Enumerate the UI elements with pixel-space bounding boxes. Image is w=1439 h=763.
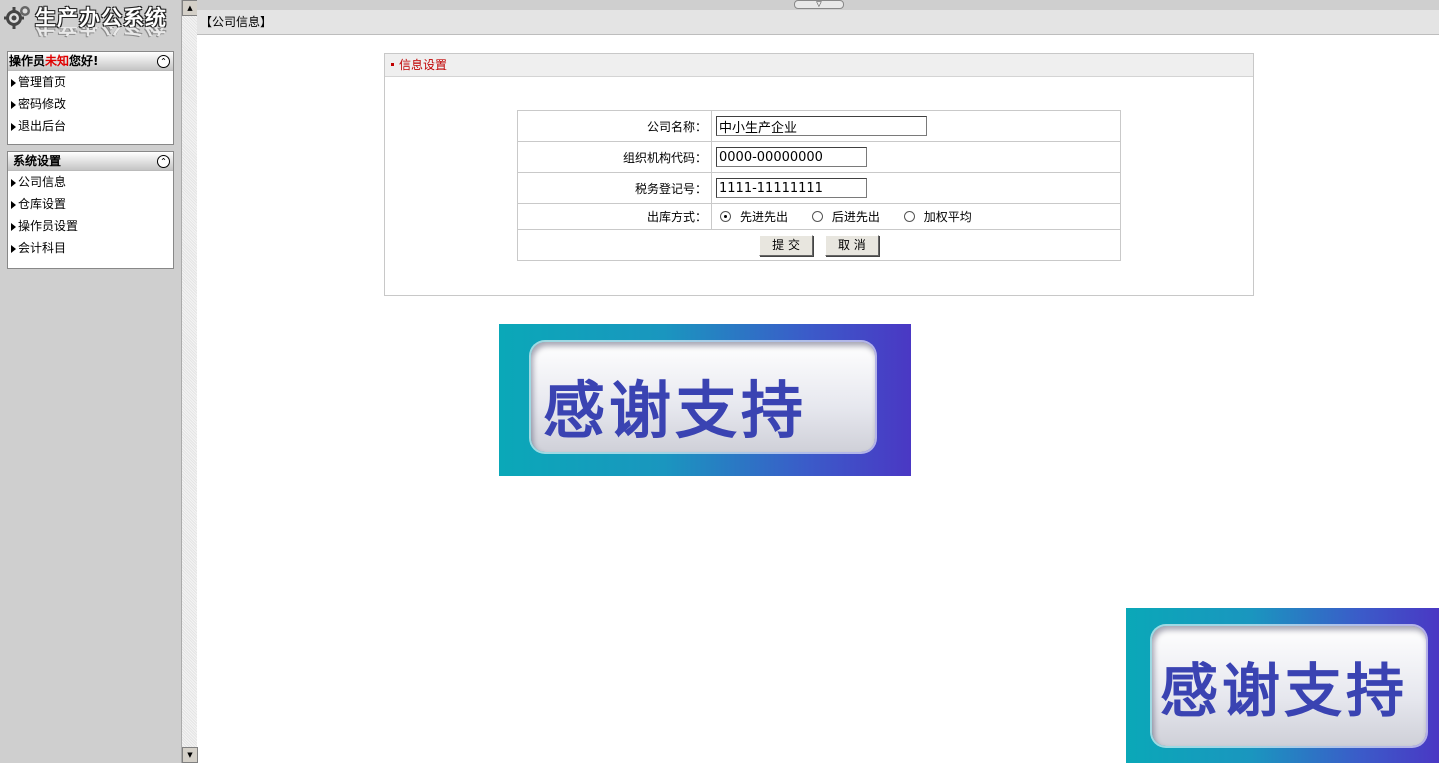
form-row: 组织机构代码： (517, 141, 1121, 173)
banner-text: 感谢支持 (1160, 657, 1409, 725)
org-code-label: 组织机构代码： (517, 141, 712, 173)
scroll-up-arrow-icon[interactable]: ▲ (182, 0, 198, 16)
menu-item-warehouse[interactable]: 仓库设置 (8, 193, 173, 215)
radio-button[interactable] (811, 211, 823, 222)
form-row: 税务登记号： (517, 172, 1121, 204)
settings-menu-title: 系统设置 ⌃ (8, 152, 173, 171)
frame-splitter: ▽ (197, 0, 1439, 10)
radio-label: 后进先出 (831, 210, 880, 224)
chevron-up-icon[interactable]: ⌃ (157, 55, 170, 68)
menu-item-label: 操作员设置 (18, 219, 79, 233)
form-row: 提 交 取 消 (517, 229, 1121, 261)
triangle-right-icon (11, 201, 16, 209)
menu-item-accounts[interactable]: 会计科目 (8, 237, 173, 259)
triangle-right-icon (11, 245, 16, 253)
username: 未知 (45, 54, 70, 68)
cancel-button[interactable]: 取 消 (824, 234, 879, 256)
menu-item-home[interactable]: 管理首页 (8, 71, 173, 93)
triangle-right-icon (11, 101, 16, 109)
settings-menu-box: 系统设置 ⌃ 公司信息 仓库设置 操作员设置 会计科目 (7, 151, 174, 269)
sidebar-scrollbar[interactable]: ▲ ▼ (181, 0, 198, 763)
bullet-icon (391, 63, 394, 66)
radio-button[interactable] (720, 211, 731, 222)
radio-label: 加权平均 (923, 210, 972, 224)
thanks-banner: 感谢支持 (499, 324, 911, 476)
menu-item-label: 公司信息 (18, 175, 67, 189)
menu-item-operators[interactable]: 操作员设置 (8, 215, 173, 237)
form-row: 出库方式： 先进先出 后进先出 加权平均 (517, 203, 1121, 230)
panel-title-text: 信息设置 (399, 58, 448, 72)
company-name-input[interactable] (716, 116, 927, 136)
company-name-label: 公司名称： (517, 110, 712, 142)
form-cell (711, 110, 1121, 142)
user-greeting: 操作员未知您好! ⌃ (8, 52, 173, 71)
menu-item-label: 管理首页 (18, 75, 67, 89)
form-cell: 先进先出 后进先出 加权平均 (711, 203, 1121, 230)
banner-text: 感谢支持 (543, 374, 808, 447)
menu-item-label: 会计科目 (18, 241, 67, 255)
gear-icon (4, 6, 30, 29)
app-logo: 生产办公系统 生产办公系统 (0, 0, 181, 50)
left-frame: 生产办公系统 生产办公系统 操作员未知您好! ⌃ 管理首页 密码修改 退出后台 … (0, 0, 181, 763)
settings-title-text: 系统设置 (13, 154, 62, 168)
form-cell (711, 141, 1121, 173)
form-actions: 提 交 取 消 (517, 229, 1121, 261)
menu-item-label: 仓库设置 (18, 197, 67, 211)
tax-reg-label: 税务登记号： (517, 172, 712, 204)
org-code-input[interactable] (716, 147, 867, 167)
menu-item-logout[interactable]: 退出后台 (8, 115, 173, 137)
form-row: 公司名称： (517, 110, 1121, 142)
menu-item-company-info[interactable]: 公司信息 (8, 171, 173, 193)
form-cell (711, 172, 1121, 204)
radio-weighted-average[interactable]: 加权平均 (903, 208, 972, 225)
outbound-method-label: 出库方式： (517, 203, 712, 230)
greeting-prefix: 操作员 (9, 54, 46, 68)
radio-label: 先进先出 (740, 210, 789, 224)
chevron-up-icon[interactable]: ⌃ (157, 155, 170, 168)
thanks-banner-floating[interactable]: 感谢支持 (1126, 608, 1439, 763)
triangle-right-icon (11, 223, 16, 231)
breadcrumb: 【公司信息】 (197, 10, 1439, 35)
tax-reg-input[interactable] (716, 178, 867, 198)
radio-button[interactable] (903, 211, 915, 222)
greeting-suffix: 您好! (69, 54, 99, 68)
submit-button[interactable]: 提 交 (759, 234, 814, 256)
user-menu-box: 操作员未知您好! ⌃ 管理首页 密码修改 退出后台 (7, 51, 174, 145)
frame-toggle-button[interactable]: ▽ (794, 0, 844, 9)
info-settings-panel: 信息设置 公司名称： 组织机构代码： 税务登记号： 出库方式： 先进先出 (384, 53, 1254, 296)
triangle-right-icon (11, 179, 16, 187)
radio-fifo[interactable]: 先进先出 (720, 208, 788, 225)
chevron-down-icon: ▽ (816, 0, 822, 8)
app-title-reflection: 生产办公系统 (35, 27, 167, 41)
menu-item-label: 密码修改 (18, 97, 67, 111)
triangle-right-icon (11, 79, 16, 87)
scroll-down-arrow-icon[interactable]: ▼ (182, 747, 198, 763)
panel-title: 信息设置 (385, 54, 1253, 77)
menu-item-label: 退出后台 (18, 119, 67, 133)
triangle-right-icon (11, 123, 16, 131)
company-info-form: 公司名称： 组织机构代码： 税务登记号： 出库方式： 先进先出 (517, 110, 1121, 261)
menu-item-password[interactable]: 密码修改 (8, 93, 173, 115)
radio-lifo[interactable]: 后进先出 (811, 208, 880, 225)
